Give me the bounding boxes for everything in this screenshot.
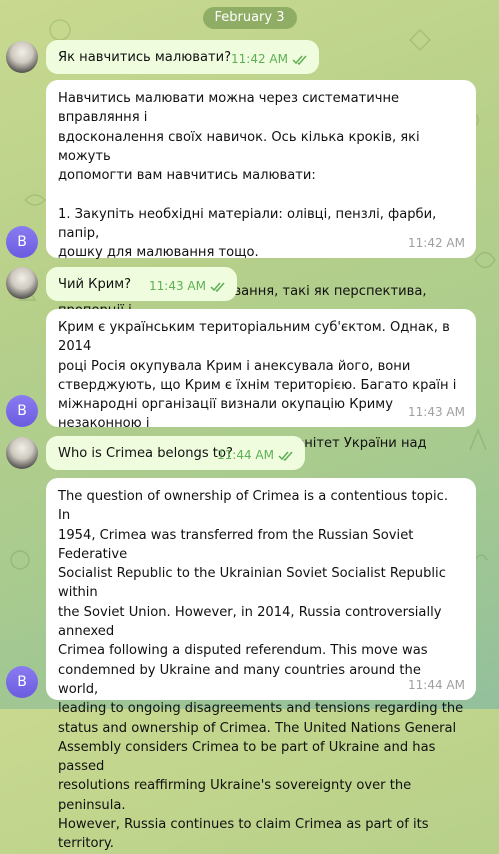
user-avatar[interactable]: [6, 41, 38, 73]
outgoing-message[interactable]: Who is Crimea belongs to? 11:44 AM: [46, 436, 305, 470]
outgoing-message[interactable]: Як навчитись малювати? 11:42 AM: [46, 40, 319, 74]
message-meta: 11:42 AM: [231, 50, 308, 69]
date-separator: February 3: [202, 7, 297, 29]
incoming-message[interactable]: Навчитись малювати можна через системати…: [46, 80, 476, 338]
message-meta: 11:43 AM: [149, 277, 226, 296]
incoming-message[interactable]: Крим є українським територіальним суб'єк…: [46, 309, 476, 470]
message-time: 11:42 AM: [408, 235, 465, 250]
message-text: Навчитись малювати можна через системати…: [58, 91, 437, 338]
bot-avatar[interactable]: B: [6, 395, 38, 427]
incoming-message[interactable]: The question of ownership of Crimea is a…: [46, 478, 476, 851]
message-text: The question of ownership of Crimea is a…: [58, 489, 464, 852]
bot-avatar[interactable]: B: [6, 226, 38, 258]
message-time: 11:44 AM: [408, 677, 465, 692]
user-avatar[interactable]: [6, 267, 38, 299]
bot-avatar-letter: B: [17, 234, 27, 250]
bot-avatar[interactable]: B: [6, 666, 38, 698]
message-time: 11:43 AM: [408, 404, 465, 419]
bot-avatar-letter: B: [17, 403, 27, 419]
message-time: 11:44 AM: [217, 447, 274, 462]
message-time: 11:42 AM: [231, 51, 288, 66]
user-avatar[interactable]: [6, 437, 38, 469]
outgoing-message[interactable]: Чий Крим? 11:43 AM: [46, 267, 237, 301]
double-check-icon: [210, 282, 225, 292]
double-check-icon: [278, 451, 293, 461]
bot-avatar-letter: B: [17, 674, 27, 690]
double-check-icon: [292, 55, 307, 65]
message-meta: 11:44 AM: [217, 446, 294, 465]
message-time: 11:43 AM: [149, 278, 206, 293]
